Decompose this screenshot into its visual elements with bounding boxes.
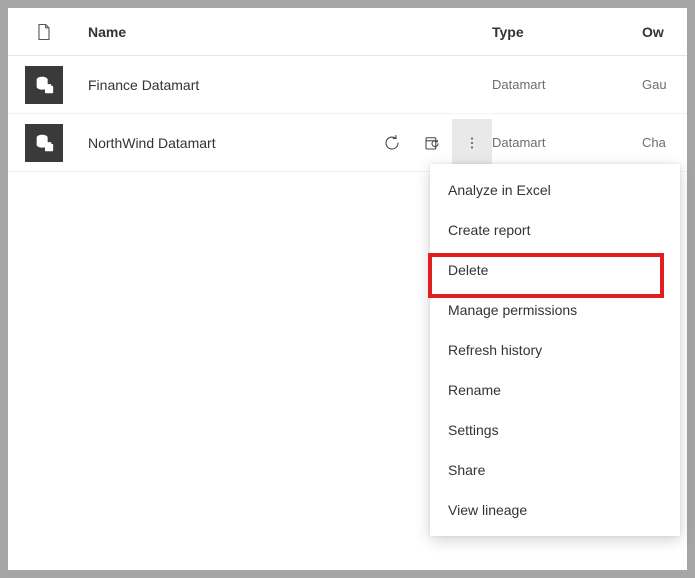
menu-item-settings[interactable]: Settings	[430, 410, 680, 450]
schedule-refresh-icon	[423, 134, 441, 152]
refresh-button[interactable]	[372, 123, 412, 163]
row-actions	[372, 114, 492, 171]
column-header-type[interactable]: Type	[492, 24, 642, 40]
header-item-icon	[8, 22, 80, 42]
table-row[interactable]: Finance Datamart Datamart Gau	[8, 56, 687, 114]
menu-item-delete[interactable]: Delete	[430, 250, 680, 290]
more-options-button[interactable]	[452, 119, 492, 167]
datamart-icon	[25, 124, 63, 162]
row-type: Datamart	[492, 135, 642, 150]
menu-item-analyze-in-excel[interactable]: Analyze in Excel	[430, 170, 680, 210]
menu-item-view-lineage[interactable]: View lineage	[430, 490, 680, 530]
menu-item-rename[interactable]: Rename	[430, 370, 680, 410]
row-name[interactable]: Finance Datamart	[80, 77, 492, 93]
menu-item-manage-permissions[interactable]: Manage permissions	[430, 290, 680, 330]
column-header-owner[interactable]: Ow	[642, 24, 687, 40]
row-owner: Gau	[642, 77, 687, 92]
schedule-refresh-button[interactable]	[412, 123, 452, 163]
table-header-row: Name Type Ow	[8, 8, 687, 56]
row-icon-cell	[8, 124, 80, 162]
row-type: Datamart	[492, 77, 642, 92]
more-vertical-icon	[463, 134, 481, 152]
datamart-icon	[25, 66, 63, 104]
menu-item-refresh-history[interactable]: Refresh history	[430, 330, 680, 370]
menu-item-create-report[interactable]: Create report	[430, 210, 680, 250]
menu-item-share[interactable]: Share	[430, 450, 680, 490]
row-icon-cell	[8, 66, 80, 104]
refresh-icon	[383, 134, 401, 152]
row-owner: Cha	[642, 135, 687, 150]
column-header-name[interactable]: Name	[80, 24, 492, 40]
context-menu: Analyze in Excel Create report Delete Ma…	[430, 164, 680, 536]
page-icon	[34, 22, 54, 42]
